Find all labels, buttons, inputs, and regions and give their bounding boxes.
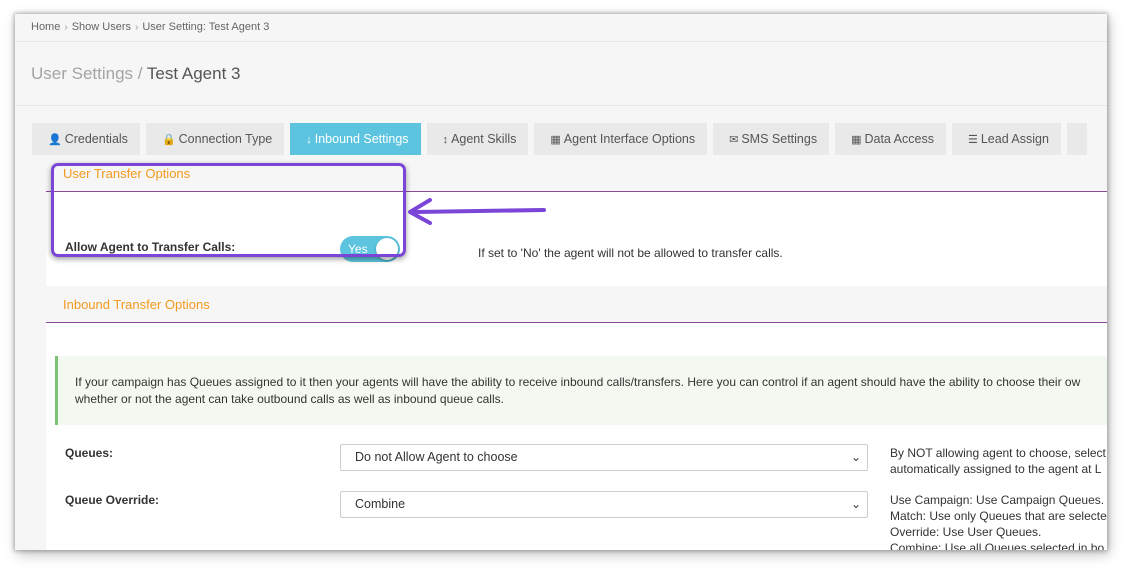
page-title-prefix: User Settings / xyxy=(31,64,143,83)
breadcrumb-current: User Setting: Test Agent 3 xyxy=(142,21,270,33)
section-heading: Inbound Transfer Options xyxy=(63,297,210,312)
envelope-icon: ✉ xyxy=(729,134,739,146)
chevron-right-icon: › xyxy=(134,22,139,33)
user-icon: 👤 xyxy=(48,134,62,146)
tab-label: Inbound Settings xyxy=(314,132,409,146)
tab-credentials[interactable]: 👤 Credentials xyxy=(32,123,140,155)
highlight-callout-box xyxy=(51,163,406,257)
queues-select-value: Do not Allow Agent to choose xyxy=(355,450,518,464)
breadcrumb: Home › Show Users › User Setting: Test Agent… xyxy=(15,14,1107,42)
queues-label: Queues: xyxy=(65,446,114,460)
queue-override-help-line-1: Use Campaign: Use Campaign Queues. xyxy=(890,493,1105,507)
grid-icon: ▦ xyxy=(851,134,862,146)
lock-icon: 🔒 xyxy=(161,134,176,146)
tab-sms-settings[interactable]: ✉ SMS Settings xyxy=(713,123,830,155)
tab-label: Agent Skills xyxy=(451,132,517,146)
tab-label: Lead Assign xyxy=(980,132,1049,146)
tab-overflow[interactable] xyxy=(1066,123,1087,155)
settings-tabs: 👤 Credentials 🔒 Connection Type ↓ Inbound Set… xyxy=(32,123,1093,155)
queue-override-select-value: Combine xyxy=(355,497,406,511)
queue-override-help-line-3: Override: Use User Queues. xyxy=(890,525,1042,539)
callout-arrow-icon xyxy=(408,198,546,225)
breadcrumb-show-users-link[interactable]: Show Users xyxy=(72,21,131,33)
page-title: User Settings / Test Agent 3 xyxy=(31,64,241,84)
arrow-down-icon: ↓ xyxy=(306,134,312,146)
tab-label: Agent Interface Options xyxy=(563,132,696,146)
inbound-transfer-section-header: Inbound Transfer Options xyxy=(46,286,1107,323)
chevron-down-icon: ⌄ xyxy=(850,450,861,464)
queue-override-select[interactable]: Combine ⌄ xyxy=(340,491,868,518)
queues-help-line-1: By NOT allowing agent to choose, select xyxy=(890,446,1106,460)
queue-override-label: Queue Override: xyxy=(65,493,160,507)
grid-icon: ▦ xyxy=(550,134,561,146)
queue-override-help: Use Campaign: Use Campaign Queues. Match:… xyxy=(890,492,1107,550)
tab-agent-interface-options[interactable]: ▦ Agent Interface Options xyxy=(534,123,708,155)
chevron-right-icon: › xyxy=(64,22,68,33)
tab-connection-type[interactable]: 🔒 Connection Type xyxy=(145,123,285,155)
queue-override-help-line-2: Match: Use only Queues that are selecte xyxy=(890,509,1107,523)
tab-label: SMS Settings xyxy=(741,132,818,146)
tab-label: Connection Type xyxy=(178,132,273,146)
tab-label: Credentials xyxy=(64,132,128,146)
info-text: If your campaign has Queues assigned to … xyxy=(75,374,1080,408)
chevron-down-icon: ⌄ xyxy=(850,497,861,511)
tab-inbound-settings[interactable]: ↓ Inbound Settings xyxy=(290,123,421,155)
info-text-line-1: If your campaign has Queues assigned to … xyxy=(75,375,1081,389)
app-window: Home › Show Users › User Setting: Test Agent… xyxy=(15,14,1107,550)
tab-agent-skills[interactable]: ↕ Agent Skills xyxy=(426,123,529,155)
list-ol-icon: ☰ xyxy=(967,134,978,146)
queues-select[interactable]: Do not Allow Agent to choose ⌄ xyxy=(340,444,868,471)
info-text-line-2: whether or not the agent can take outbou… xyxy=(75,392,504,406)
page-title-name: Test Agent 3 xyxy=(146,64,241,83)
tab-lead-assign[interactable]: ☰ Lead Assign xyxy=(951,123,1061,155)
queues-help-line-2: automatically assigned to the agent at L xyxy=(890,462,1102,476)
arrows-vertical-icon: ↕ xyxy=(442,134,449,146)
queues-help: By NOT allowing agent to choose, select a… xyxy=(890,445,1106,477)
breadcrumb-home-link[interactable]: Home xyxy=(31,21,60,33)
allow-transfer-help: If set to 'No' the agent will not be all… xyxy=(478,246,783,260)
tab-data-access[interactable]: ▦ Data Access xyxy=(835,123,946,155)
page-header: User Settings / Test Agent 3 xyxy=(15,42,1107,106)
queue-override-help-line-4: Combine: Use all Queues selected in bo xyxy=(890,541,1105,550)
inbound-info-alert: If your campaign has Queues assigned to … xyxy=(55,356,1107,425)
tab-label: Data Access xyxy=(864,132,934,146)
